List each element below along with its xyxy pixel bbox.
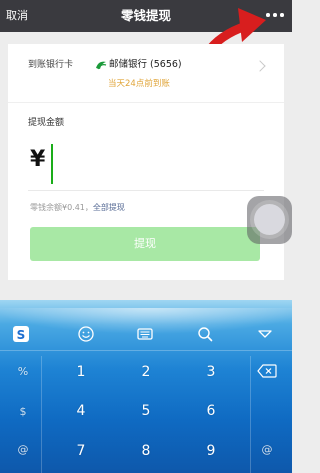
backspace-key[interactable] <box>242 364 292 385</box>
key-digit[interactable]: 4 <box>56 401 106 421</box>
more-horizontal-icon <box>273 13 277 17</box>
balance-text: 零钱余额¥0.41， <box>30 203 93 212</box>
key-percent[interactable]: % <box>0 362 48 382</box>
page-title: 零钱提现 <box>120 8 171 23</box>
more-options-button[interactable] <box>266 13 284 17</box>
withdraw-button[interactable]: 提现 <box>30 227 260 261</box>
navigation-bar: 取消 零钱提现 <box>0 0 292 32</box>
key-digit[interactable]: 3 <box>186 362 236 382</box>
amount-label: 提现金额 <box>28 118 65 128</box>
keyboard-toolbar: S <box>0 318 292 351</box>
divider <box>8 102 284 103</box>
emoji-icon[interactable] <box>77 325 95 343</box>
bank-card-label: 到账银行卡 <box>28 60 74 70</box>
search-icon[interactable] <box>196 325 214 343</box>
arrival-time-note: 当天24点前到账 <box>108 79 170 89</box>
backspace-icon <box>257 364 277 378</box>
more-horizontal-icon <box>280 13 284 17</box>
key-digit[interactable]: 9 <box>186 441 236 461</box>
key-digit[interactable]: 5 <box>121 401 171 421</box>
key-digit[interactable]: 6 <box>186 401 236 421</box>
key-digit[interactable]: 1 <box>56 362 106 382</box>
withdraw-all-link[interactable]: 全部提现 <box>93 203 125 212</box>
collapse-keyboard-icon[interactable] <box>256 325 274 343</box>
withdraw-card: 到账银行卡 邮储银行 (5656) 当天24点前到账 提现金额 ¥ 零钱余额¥0… <box>8 44 284 280</box>
more-horizontal-icon <box>266 13 270 17</box>
postal-bank-logo-icon <box>96 61 107 70</box>
currency-symbol: ¥ <box>30 147 46 172</box>
sogou-logo-icon[interactable]: S <box>12 325 30 343</box>
keypad: % $ @ @ 1 2 3 4 5 6 7 8 9 <box>0 356 292 473</box>
chevron-right-icon[interactable] <box>254 60 266 72</box>
key-digit[interactable]: 2 <box>121 362 171 382</box>
key-at-right[interactable]: @ <box>242 440 292 460</box>
assistive-touch-button[interactable] <box>247 196 292 244</box>
key-digit[interactable]: 7 <box>56 441 106 461</box>
number-keyboard: S % $ @ @ 1 2 3 4 5 6 7 8 9 <box>0 300 292 473</box>
keyboard-icon[interactable] <box>136 325 154 343</box>
assistive-touch-icon <box>254 204 285 235</box>
amount-input[interactable] <box>51 144 53 184</box>
key-at[interactable]: @ <box>0 440 48 460</box>
bank-card-selector[interactable]: 邮储银行 (5656) <box>109 58 182 72</box>
svg-text:S: S <box>17 328 26 342</box>
divider <box>28 190 264 191</box>
balance-row: 零钱余额¥0.41，全部提现 <box>30 202 125 214</box>
key-digit[interactable]: 8 <box>121 441 171 461</box>
key-dollar[interactable]: $ <box>0 402 48 422</box>
